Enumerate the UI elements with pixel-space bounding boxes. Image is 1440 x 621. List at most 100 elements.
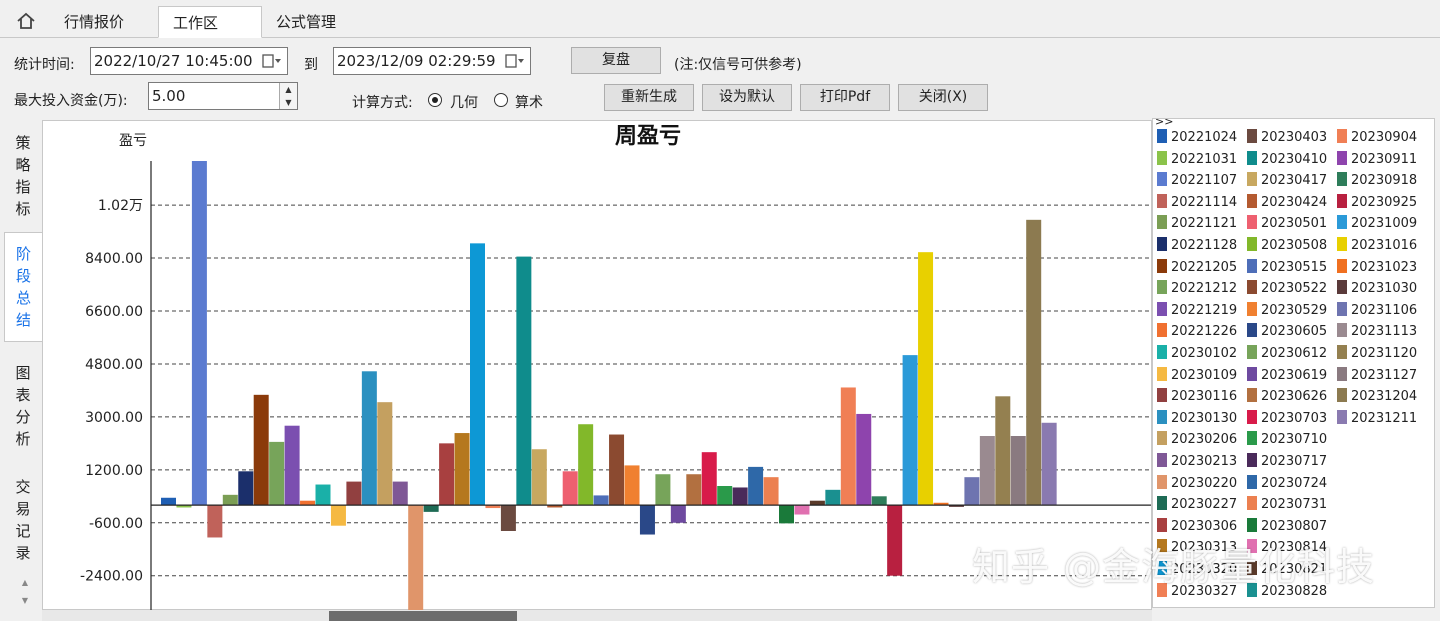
radio-arithmetic[interactable] (494, 93, 508, 107)
legend-entry[interactable]: 20230807 (1247, 516, 1327, 537)
legend-entry[interactable]: 20231023 (1337, 257, 1417, 278)
legend-entry[interactable]: 20230612 (1247, 343, 1327, 364)
bar-20230227[interactable]: 20230227 (423, 505, 439, 512)
legend-entry[interactable]: 20231113 (1337, 321, 1417, 342)
bar-20230911[interactable]: 20230911 (856, 413, 872, 506)
bar-20221121[interactable]: 20221121 (222, 494, 238, 506)
legend-entry[interactable]: 20230529 (1247, 300, 1327, 321)
start-time-picker[interactable]: 2022/10/27 10:45:00 (90, 47, 288, 75)
legend-entry[interactable]: 20221128 (1157, 235, 1237, 256)
legend-entry[interactable]: 20230717 (1247, 451, 1327, 472)
legend-entry[interactable]: 20231016 (1337, 235, 1417, 256)
legend-entry[interactable]: 20231204 (1337, 386, 1417, 407)
bar-20230109[interactable]: 20230109 (330, 505, 346, 526)
tab-quotes[interactable]: 行情报价 (50, 6, 138, 38)
bar-20230612[interactable]: 20230612 (655, 474, 671, 506)
bar-20221205[interactable]: 20221205 (253, 394, 269, 506)
legend-entry[interactable]: 20231127 (1337, 365, 1417, 386)
bar-20230522[interactable]: 20230522 (609, 434, 625, 506)
bar-20230717[interactable]: 20230717 (732, 487, 748, 506)
legend-entry[interactable]: 20230724 (1247, 473, 1327, 494)
radio-geometric[interactable] (428, 93, 442, 107)
calendar-icon[interactable] (261, 52, 283, 70)
legend-entry[interactable]: 20230403 (1247, 127, 1327, 148)
legend-entry[interactable]: 20230130 (1157, 408, 1237, 429)
legend-entry[interactable]: 20230710 (1247, 429, 1327, 450)
bar-20231009[interactable]: 20231009 (902, 355, 918, 506)
bar-20230116[interactable]: 20230116 (346, 481, 362, 506)
bar-20230501[interactable]: 20230501 (562, 471, 578, 506)
legend-entry[interactable]: 20230731 (1247, 494, 1327, 515)
bar-20230102[interactable]: 20230102 (315, 484, 331, 506)
legend-entry[interactable]: 20221107 (1157, 170, 1237, 191)
legend-entry[interactable]: 20221219 (1157, 300, 1237, 321)
bar-20230220[interactable]: 20230220 (408, 505, 424, 611)
legend-entry[interactable]: 20230220 (1157, 473, 1237, 494)
sidebar-item-trade-records[interactable]: 交易记录 (4, 476, 42, 564)
bar-20221024[interactable]: 20221024 (161, 497, 176, 506)
legend-entry[interactable]: 20230522 (1247, 278, 1327, 299)
bar-20230410[interactable]: 20230410 (516, 256, 532, 506)
bar-20231016[interactable]: 20231016 (918, 252, 934, 506)
bar-20230206[interactable]: 20230206 (377, 402, 393, 506)
bar-20230814[interactable]: 20230814 (794, 505, 810, 515)
tab-workspace2[interactable]: 工作区2✕ (158, 6, 262, 64)
bar-20230710[interactable]: 20230710 (717, 486, 733, 506)
bar-20231127[interactable]: 20231127 (1010, 436, 1026, 506)
legend-entry[interactable]: 20231106 (1337, 300, 1417, 321)
bar-20230619[interactable]: 20230619 (670, 505, 686, 523)
bar-20230508[interactable]: 20230508 (578, 424, 594, 506)
bar-20221212[interactable]: 20221212 (269, 441, 285, 506)
bar-20230130[interactable]: 20230130 (361, 371, 377, 506)
set-default-button[interactable]: 设为默认 (702, 84, 792, 111)
bar-20230918[interactable]: 20230918 (871, 496, 887, 506)
legend-entry[interactable]: 20221205 (1157, 257, 1237, 278)
sidebar-item-strategy[interactable]: 策略指标 (4, 132, 42, 220)
bar-20230925[interactable]: 20230925 (887, 505, 903, 576)
legend-entry[interactable]: 20230605 (1247, 321, 1327, 342)
bar-20230821[interactable]: 20230821 (809, 500, 825, 506)
legend-entry[interactable]: 20221226 (1157, 321, 1237, 342)
scroll-down-icon[interactable]: ▼ (20, 596, 30, 605)
bar-20231204[interactable]: 20231204 (1026, 219, 1042, 506)
bar-20230403[interactable]: 20230403 (500, 505, 516, 531)
close-button[interactable]: 关闭(X) (898, 84, 988, 111)
home-icon[interactable] (12, 9, 40, 33)
legend-entry[interactable]: 20230227 (1157, 494, 1237, 515)
bar-20230724[interactable]: 20230724 (748, 466, 764, 506)
legend-entry[interactable]: 20230501 (1247, 213, 1327, 234)
legend-entry[interactable]: 20231120 (1337, 343, 1417, 364)
bar-20231113[interactable]: 20231113 (979, 436, 995, 506)
bar-20230306[interactable]: 20230306 (439, 443, 455, 506)
horizontal-scrollbar[interactable] (42, 610, 1152, 621)
bar-20230904[interactable]: 20230904 (840, 387, 856, 506)
legend-entry[interactable]: 20230109 (1157, 365, 1237, 386)
bar-20230703[interactable]: 20230703 (701, 452, 717, 506)
bar-20230313[interactable]: 20230313 (454, 433, 470, 506)
legend-entry[interactable]: 20230116 (1157, 386, 1237, 407)
legend-entry[interactable]: 20230417 (1247, 170, 1327, 191)
legend-entry[interactable]: 20221212 (1157, 278, 1237, 299)
bar-20221107[interactable]: 20221107 (191, 161, 207, 506)
bar-20221114[interactable]: 20221114 (207, 505, 223, 538)
scroll-up-icon[interactable]: ▲ (20, 578, 30, 587)
legend-entry[interactable]: 20230515 (1247, 257, 1327, 278)
stepper-arrows[interactable]: ▲ ▼ (279, 83, 297, 109)
replay-button[interactable]: 复盘 (571, 47, 661, 74)
bar-20230320[interactable]: 20230320 (470, 243, 485, 506)
bar-20230828[interactable]: 20230828 (825, 489, 841, 506)
bar-20231120[interactable]: 20231120 (995, 396, 1011, 506)
legend-entry[interactable]: 20230626 (1247, 386, 1327, 407)
bar-20231106[interactable]: 20231106 (964, 477, 980, 506)
bar-20230807[interactable]: 20230807 (779, 505, 794, 524)
legend-entry[interactable]: 20230918 (1337, 170, 1417, 191)
legend-entry[interactable]: 20230703 (1247, 408, 1327, 429)
sidebar-item-summary[interactable]: 阶段总结 (4, 232, 42, 342)
legend-entry[interactable]: 20230306 (1157, 516, 1237, 537)
legend-entry[interactable]: 20231211 (1337, 408, 1417, 429)
print-pdf-button[interactable]: 打印Pdf (800, 84, 890, 111)
legend-entry[interactable]: 20230904 (1337, 127, 1417, 148)
legend-entry[interactable]: 20230213 (1157, 451, 1237, 472)
legend-entry[interactable]: 20231030 (1337, 278, 1417, 299)
bar-20230731[interactable]: 20230731 (763, 477, 779, 506)
